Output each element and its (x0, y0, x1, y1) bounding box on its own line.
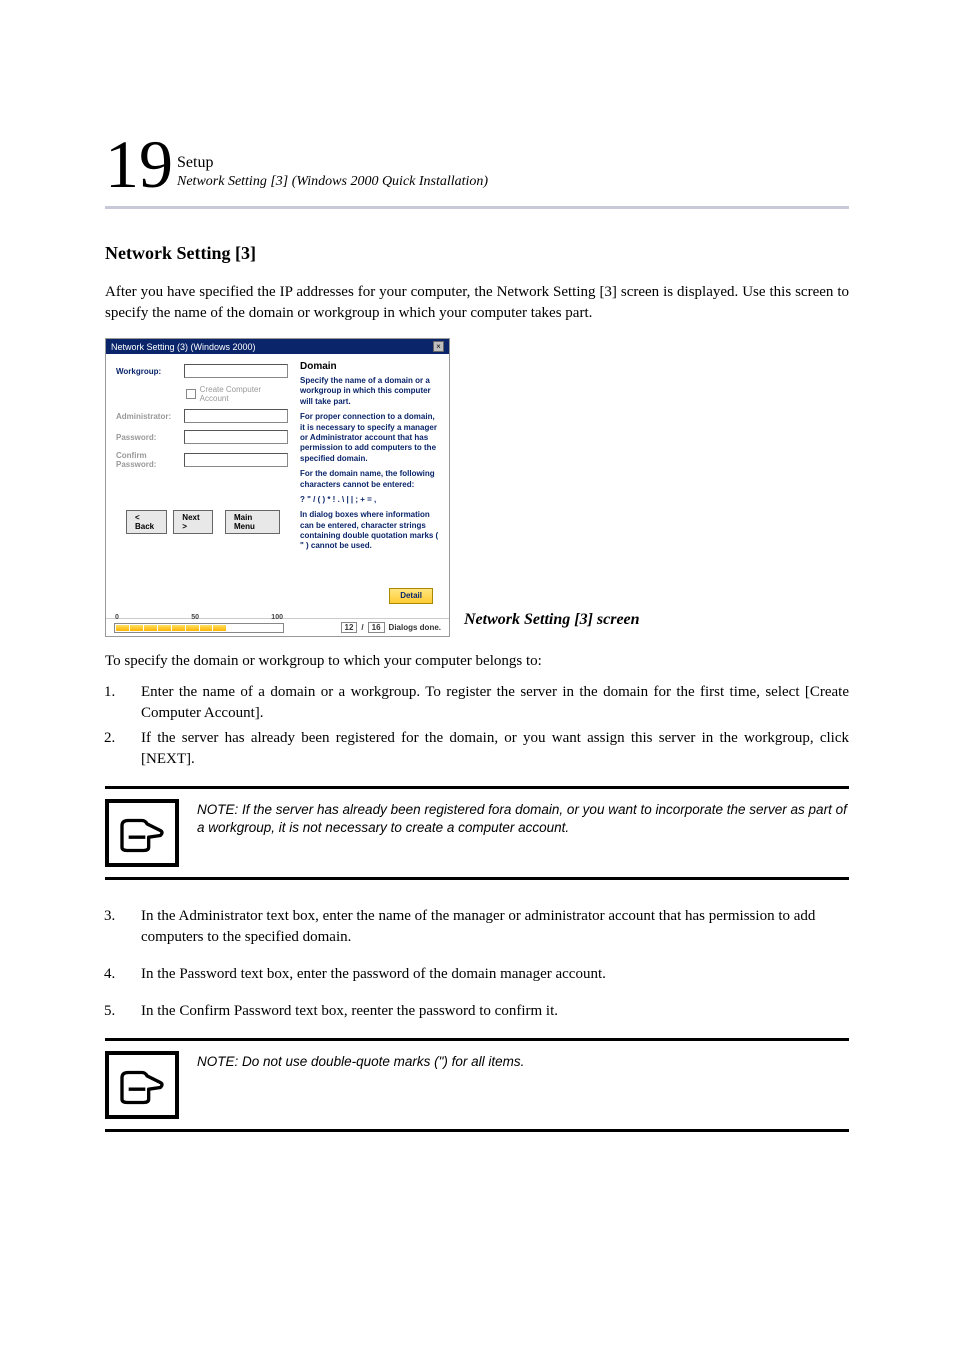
password-input (184, 430, 288, 444)
confirm-password-input (184, 453, 288, 467)
right-para-4: In dialog boxes where information can be… (300, 510, 441, 552)
status-total: 16 (368, 622, 385, 633)
confirm-password-label: Confirm Password: (116, 451, 178, 469)
dialog-screenshot: Network Setting (3) (Windows 2000) × Wor… (105, 338, 450, 637)
step-5: In the Confirm Password text box, reente… (119, 1001, 849, 1022)
right-para-2: For proper connection to a domain, it is… (300, 412, 441, 464)
main-menu-button: Main Menu (225, 510, 280, 534)
note-block-1: NOTE: If the server has already been reg… (105, 786, 849, 880)
pointing-hand-icon (105, 799, 179, 867)
chapter-number: 19 (105, 130, 173, 198)
step-3: In the Administrator text box, enter the… (119, 906, 849, 948)
note-text-1: NOTE: If the server has already been reg… (197, 799, 849, 837)
header-subtitle: Network Setting [3] (Windows 2000 Quick … (177, 173, 488, 192)
right-para-3: For the domain name, the following chara… (300, 469, 441, 490)
figure-area: Network Setting (3) (Windows 2000) × Wor… (105, 338, 849, 637)
step-1: Enter the name of a domain or a workgrou… (119, 682, 849, 724)
administrator-input (184, 409, 288, 423)
step-4: In the Password text box, enter the pass… (119, 964, 849, 985)
back-button: < Back (126, 510, 167, 534)
titlebar-text: Network Setting (3) (Windows 2000) (111, 342, 256, 352)
list-intro: To specify the domain or workgroup to wh… (105, 653, 849, 670)
steps-list-a: Enter the name of a domain or a workgrou… (105, 682, 849, 770)
create-account-checkbox (186, 389, 196, 399)
create-account-label: Create Computer Account (200, 385, 288, 403)
workgroup-label: Workgroup: (116, 367, 178, 376)
header-setup-label: Setup (177, 152, 488, 174)
right-para-1: Specify the name of a domain or a workgr… (300, 376, 441, 407)
status-message: Dialogs done. (389, 623, 441, 632)
status-bar: 0 50 100 12 / 16 Dialogs done. (106, 618, 449, 636)
right-pane-heading: Domain (300, 360, 441, 373)
dialog-titlebar: Network Setting (3) (Windows 2000) × (106, 339, 449, 354)
administrator-label: Administrator: (116, 412, 178, 421)
note-block-2: NOTE: Do not use double-quote marks (") … (105, 1038, 849, 1132)
steps-list-b: In the Administrator text box, enter the… (105, 906, 849, 1022)
page-header: 19 Setup Network Setting [3] (Windows 20… (105, 130, 849, 198)
next-button: Next > (173, 510, 213, 534)
header-titles: Setup Network Setting [3] (Windows 2000 … (177, 152, 488, 198)
password-label: Password: (116, 433, 178, 442)
close-icon: × (433, 341, 444, 352)
section-heading: Network Setting [3] (105, 243, 849, 264)
status-current: 12 (341, 622, 358, 633)
header-divider (105, 206, 849, 209)
figure-caption: Network Setting [3] screen (464, 611, 640, 637)
detail-button: Detail (389, 588, 433, 604)
intro-paragraph: After you have specified the IP addresse… (105, 282, 849, 324)
progress-bar: 0 50 100 (114, 623, 284, 633)
workgroup-input (184, 364, 288, 378)
pointing-hand-icon (105, 1051, 179, 1119)
step-2: If the server has already been registere… (119, 728, 849, 770)
note-text-2: NOTE: Do not use double-quote marks (") … (197, 1051, 524, 1071)
right-chars: ? " / ( ) * ! . \ | | ; + = , (300, 495, 441, 505)
